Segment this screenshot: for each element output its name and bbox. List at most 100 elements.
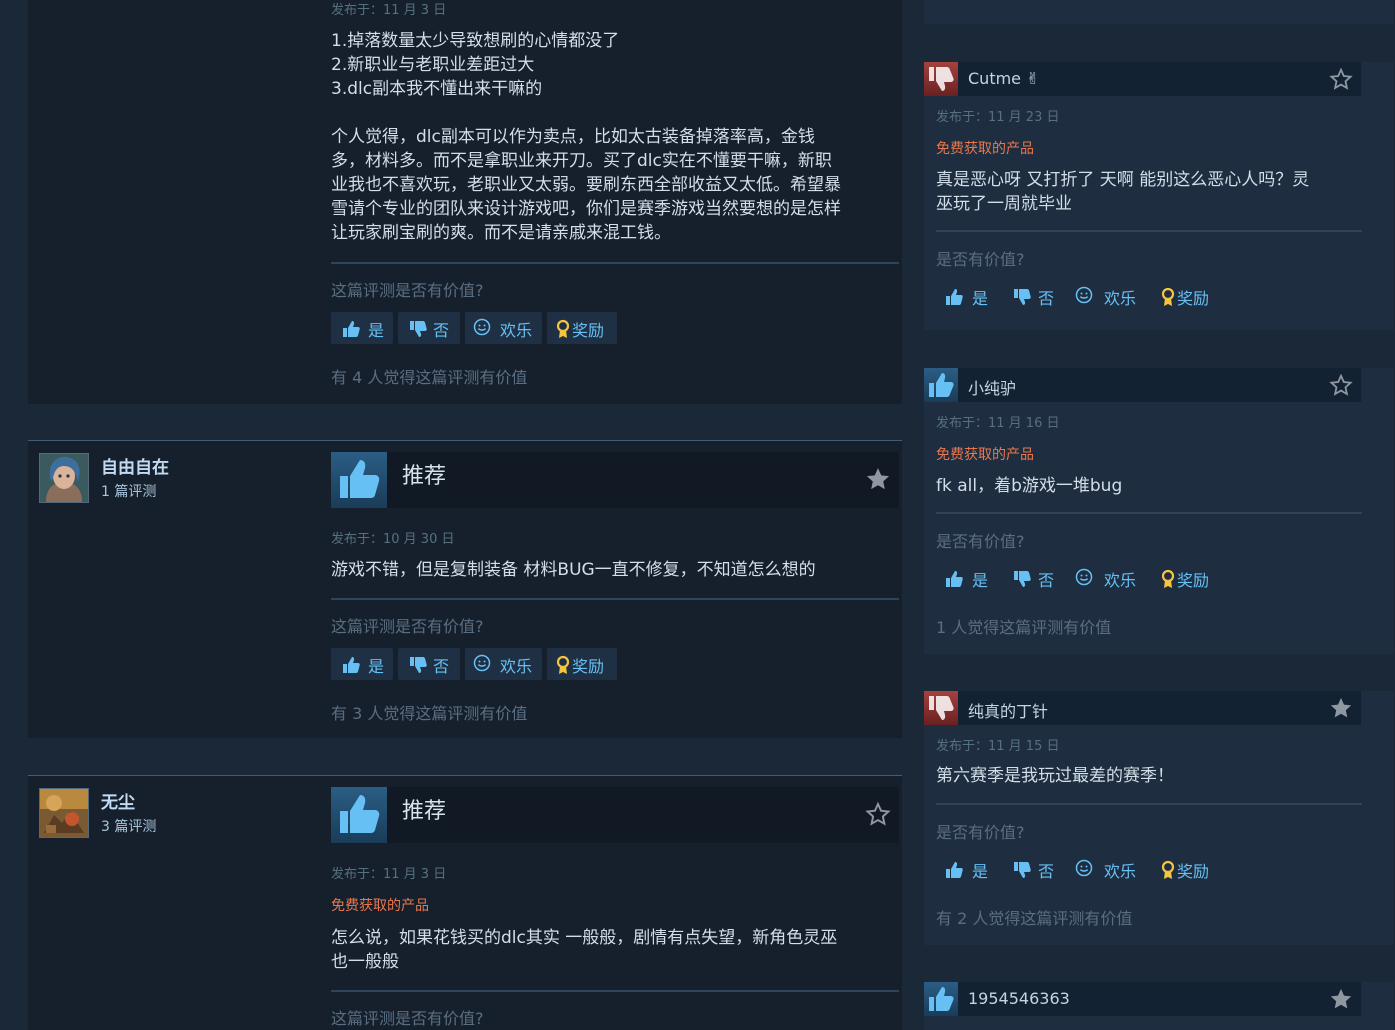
verdict-thumb: [924, 368, 958, 402]
star-outline-icon[interactable]: [865, 801, 891, 827]
vote-yes-label: 是: [972, 289, 989, 308]
review-date: 发布于：11 月 16 日: [936, 416, 1060, 431]
vote-funny-button[interactable]: 欢乐: [465, 648, 542, 680]
award-ribbon-icon: [1161, 287, 1175, 306]
review-author[interactable]: 无尘 3 篇评测: [39, 788, 156, 838]
award-button[interactable]: 奖励: [1158, 562, 1228, 594]
review-text-line: [331, 101, 899, 125]
vote-buttons: 是 否 欢乐 奖励: [936, 853, 1236, 885]
vote-buttons: 是 否 欢乐 奖励: [936, 562, 1236, 594]
vote-funny-button[interactable]: 欢乐: [1074, 853, 1154, 885]
divider: [936, 230, 1362, 232]
award-label: 奖励: [572, 321, 605, 340]
side-review-card: 小纯驴 发布于：11 月 16 日 免费获取的产品 fk all，着b游戏一堆b…: [924, 368, 1394, 654]
found-helpful: 有 3 人觉得这篇评测有价值: [331, 704, 528, 723]
verdict-banner[interactable]: 推荐: [331, 787, 899, 843]
divider: [331, 262, 899, 264]
reviewer-name[interactable]: Cutme ✌: [968, 69, 1040, 88]
review-date: 发布于：11 月 15 日: [936, 739, 1060, 754]
vote-funny-label: 欢乐: [1104, 862, 1137, 881]
side-review-header[interactable]: 小纯驴: [924, 368, 1361, 402]
vote-no-label: 否: [1038, 571, 1055, 590]
star-outline-icon[interactable]: [1329, 67, 1353, 91]
review-text-line: 真是恶心呀 又打折了 天啊 能别这么恶心人吗？灵: [936, 170, 1310, 190]
award-ribbon-icon: [556, 655, 570, 674]
thumbs-up-icon: [929, 373, 954, 397]
vote-no-button[interactable]: 否: [1008, 562, 1068, 594]
vote-buttons: 是 否 欢乐 奖励: [331, 312, 631, 344]
vote-buttons: 是 否 欢乐 奖励: [936, 280, 1236, 312]
vote-funny-label: 欢乐: [500, 321, 533, 340]
vote-no-button[interactable]: 否: [1008, 853, 1068, 885]
avatar-image: [40, 454, 88, 502]
side-review-header[interactable]: 纯真的丁针: [924, 691, 1361, 725]
vote-funny-button[interactable]: 欢乐: [465, 312, 542, 344]
author-name[interactable]: 无尘: [101, 788, 135, 813]
vote-no-button[interactable]: 否: [398, 312, 460, 344]
free-product-label: 免费获取的产品: [331, 898, 429, 914]
found-helpful: 有 4 人觉得这篇评测有价值: [331, 368, 528, 387]
thumbs-down-icon: [1014, 571, 1031, 587]
divider: [936, 512, 1362, 514]
star-icon[interactable]: [1329, 987, 1353, 1011]
side-review-card: [924, 0, 1394, 24]
reviewer-name[interactable]: 小纯驴: [968, 375, 1016, 399]
free-product-label: 免费获取的产品: [936, 141, 1034, 157]
thumbs-up-icon: [929, 987, 954, 1011]
star-icon[interactable]: [1329, 696, 1353, 720]
award-ribbon-icon: [1161, 569, 1175, 588]
avatar[interactable]: [39, 453, 89, 503]
review-text-line: 怎么说，如果花钱买的dlc其实 一般般，剧情有点失望，新角色灵巫: [331, 928, 838, 948]
review-text-line: 让玩家刷宝刷的爽。而不是请亲戚来混工钱。: [331, 223, 671, 243]
star-icon[interactable]: [865, 466, 891, 492]
thumbs-down-icon: [410, 321, 427, 337]
author-review-count[interactable]: 3 篇评测: [101, 816, 156, 836]
vote-funny-label: 欢乐: [500, 657, 533, 676]
star-outline-icon[interactable]: [1329, 373, 1353, 397]
verdict-banner[interactable]: 推荐: [331, 452, 899, 508]
side-review-card: 纯真的丁针 发布于：11 月 15 日 第六赛季是我玩过最差的赛季！ 是否有价值…: [924, 691, 1394, 945]
author-review-count[interactable]: 1 篇评测: [101, 481, 156, 501]
verdict-thumb: [924, 982, 958, 1016]
side-review-card: Cutme ✌ 发布于：11 月 23 日 免费获取的产品 真是恶心呀 又打折了…: [924, 62, 1394, 330]
vote-yes-button[interactable]: 是: [331, 648, 393, 680]
thumbs-up-icon: [343, 321, 360, 337]
award-button[interactable]: 奖励: [547, 312, 617, 344]
vote-yes-button[interactable]: 是: [936, 853, 996, 885]
vote-yes-label: 是: [972, 571, 989, 590]
vote-no-button[interactable]: 否: [1008, 280, 1068, 312]
vote-yes-label: 是: [368, 321, 385, 340]
avatar[interactable]: [39, 788, 89, 838]
vote-yes-button[interactable]: 是: [936, 280, 996, 312]
review-author[interactable]: 自由自在 1 篇评测: [39, 453, 169, 503]
reviewer-name[interactable]: 1954546363: [968, 989, 1070, 1008]
smiley-icon: [1075, 286, 1093, 304]
vote-yes-button[interactable]: 是: [331, 312, 393, 344]
award-button[interactable]: 奖励: [547, 648, 617, 680]
award-button[interactable]: 奖励: [1158, 853, 1228, 885]
review-text-line: 3.dlc副本我不懂出来干嘛的: [331, 79, 543, 99]
side-review-header[interactable]: 1954546363: [924, 982, 1361, 1016]
side-review-header[interactable]: Cutme ✌: [924, 62, 1361, 96]
review-text: fk all，着b游戏一堆bug: [936, 474, 1356, 498]
vote-funny-button[interactable]: 欢乐: [1074, 562, 1154, 594]
helpful-question: 是否有价值?: [936, 250, 1025, 269]
review-text-line: 第六赛季是我玩过最差的赛季！: [936, 766, 1174, 786]
author-name[interactable]: 自由自在: [101, 453, 169, 478]
helpful-question: 这篇评测是否有价值?: [331, 1009, 484, 1028]
award-button[interactable]: 奖励: [1158, 280, 1228, 312]
reviewer-name[interactable]: 纯真的丁针: [968, 698, 1048, 722]
review-date: 发布于：11 月 23 日: [936, 110, 1060, 125]
review-text: 怎么说，如果花钱买的dlc其实 一般般，剧情有点失望，新角色灵巫 也一般般: [331, 926, 899, 974]
review-card: 发布于：11 月 3 日 1.掉落数量太少导致想刷的心情都没了 2.新职业与老职…: [28, 0, 902, 404]
review-text: 1.掉落数量太少导致想刷的心情都没了 2.新职业与老职业差距过大 3.dlc副本…: [331, 29, 899, 245]
award-label: 奖励: [1177, 571, 1210, 590]
thumbs-up-icon: [946, 289, 963, 305]
free-product-label: 免费获取的产品: [936, 447, 1034, 463]
avatar-image: [40, 789, 88, 837]
recommend-thumb: [331, 452, 387, 508]
vote-no-button[interactable]: 否: [398, 648, 460, 680]
divider: [331, 598, 899, 600]
vote-funny-button[interactable]: 欢乐: [1074, 280, 1154, 312]
vote-yes-button[interactable]: 是: [936, 562, 996, 594]
